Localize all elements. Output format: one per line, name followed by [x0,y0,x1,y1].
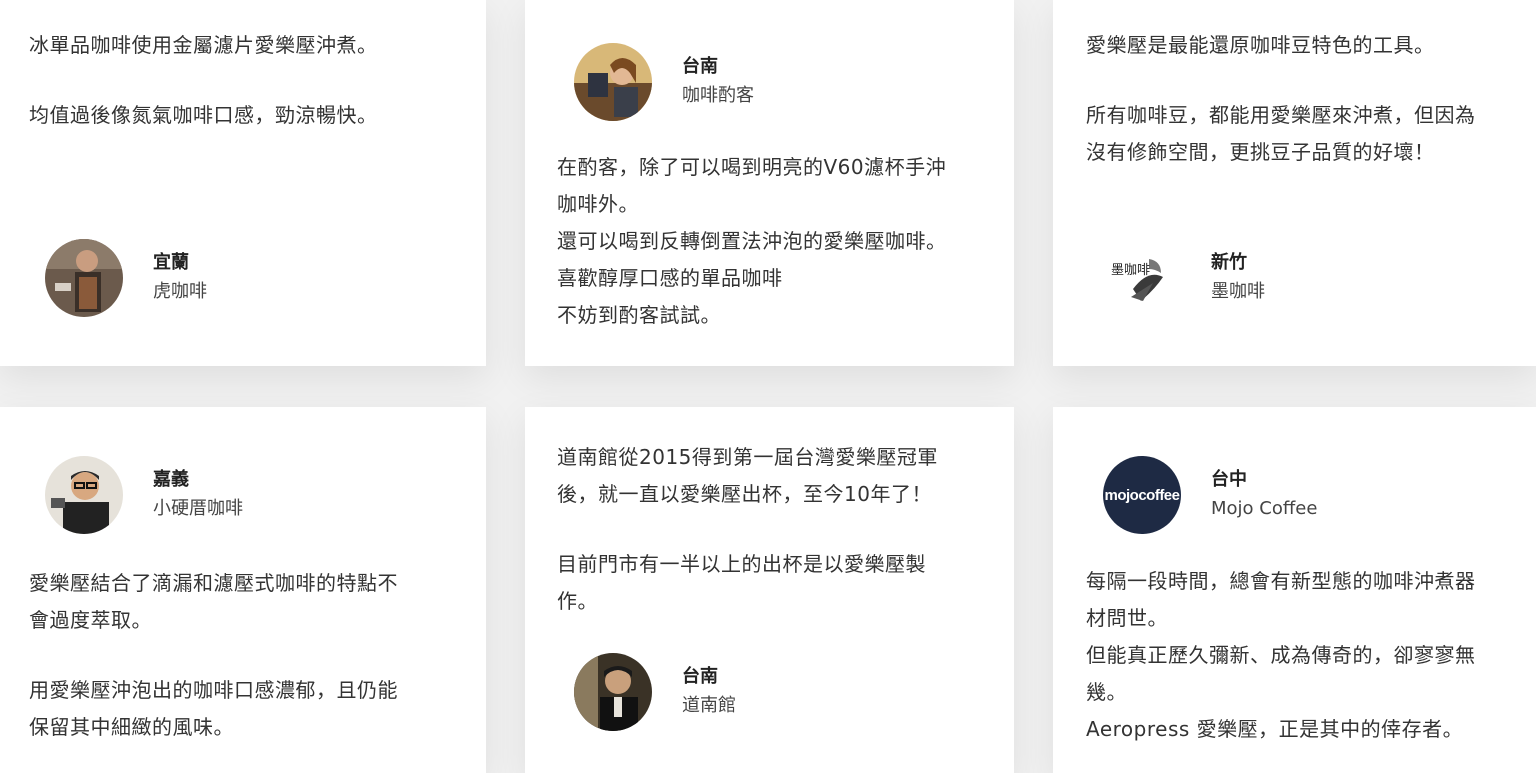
ink-coffee-logo-text: 墨咖啡 [1111,263,1151,278]
author-block: 宜蘭 虎咖啡 [45,239,207,317]
testimonial-paragraph: 愛樂壓是最能還原咖啡豆特色的工具。 [1086,33,1435,57]
testimonial-card-yilan: 冰單品咖啡使用金屬濾片愛樂壓沖煮。 均值過後像氮氣咖啡口感，勁涼暢快。 宜蘭 虎… [0,0,486,366]
testimonial-line: 每隔一段時間，總會有新型態的咖啡沖煮器 [1086,569,1476,593]
author-block: 台南 咖啡酌客 [574,43,754,121]
testimonial-grid: 冰單品咖啡使用金屬濾片愛樂壓沖煮。 均值過後像氮氣咖啡口感，勁涼暢快。 宜蘭 虎… [0,0,1536,773]
author-block: 墨咖啡 新竹 墨咖啡 [1103,239,1265,317]
testimonial-line: 材問世。 [1086,606,1168,630]
testimonial-line: 道南館從2015得到第一屆台灣愛樂壓冠軍 [557,445,938,469]
testimonial-line: 保留其中細緻的風味。 [29,715,234,739]
testimonial-text: 道南館從2015得到第一屆台灣愛樂壓冠軍 後，就一直以愛樂壓出杯，至今10年了！… [557,439,997,620]
testimonial-line: 沒有修飾空間，更挑豆子品質的好壞！ [1086,140,1435,164]
author-block: mojocoffee 台中 Mojo Coffee [1103,456,1317,534]
testimonial-card-tainan-zhuoke: 台南 咖啡酌客 在酌客，除了可以喝到明亮的V60濾杯手沖 咖啡外。 還可以喝到反… [525,0,1014,366]
author-shop: 墨咖啡 [1211,281,1265,302]
testimonial-text: 冰單品咖啡使用金屬濾片愛樂壓沖煮。 均值過後像氮氣咖啡口感，勁涼暢快。 [29,27,449,134]
author-shop: 咖啡酌客 [682,85,754,106]
testimonial-text: 愛樂壓結合了滴漏和濾壓式咖啡的特點不 會過度萃取。 用愛樂壓沖泡出的咖啡口感濃郁… [29,565,459,746]
author-block: 台南 道南館 [574,653,736,731]
testimonial-line: 但能真正歷久彌新、成為傳奇的，卻寥寥無 [1086,643,1476,667]
author-city: 台中 [1211,469,1247,490]
testimonial-line: 在酌客，除了可以喝到明亮的V60濾杯手沖 [557,155,947,179]
testimonial-line: 用愛樂壓沖泡出的咖啡口感濃郁，且仍能 [29,678,398,702]
testimonial-line: 目前門市有一半以上的出杯是以愛樂壓製 [557,552,926,576]
testimonial-line: Aeropress 愛樂壓，正是其中的倖存者。 [1086,717,1464,741]
testimonial-text: 愛樂壓是最能還原咖啡豆特色的工具。 所有咖啡豆，都能用愛樂壓來沖煮，但因為 沒有… [1086,27,1516,171]
testimonial-line: 所有咖啡豆，都能用愛樂壓來沖煮，但因為 [1086,103,1476,127]
testimonial-paragraph: 均值過後像氮氣咖啡口感，勁涼暢快。 [29,103,378,127]
author-city: 新竹 [1211,252,1247,273]
mojo-coffee-logo-text: mojocoffee [1104,486,1180,504]
testimonial-line: 會過度萃取。 [29,608,152,632]
testimonial-text: 在酌客，除了可以喝到明亮的V60濾杯手沖 咖啡外。 還可以喝到反轉倒置法沖泡的愛… [557,149,997,334]
author-city: 嘉義 [153,469,189,490]
mojo-coffee-logo-icon: mojocoffee [1103,456,1181,534]
testimonial-line: 愛樂壓結合了滴漏和濾壓式咖啡的特點不 [29,571,398,595]
author-avatar [45,239,123,317]
testimonial-card-chiayi: 嘉義 小硬厝咖啡 愛樂壓結合了滴漏和濾壓式咖啡的特點不 會過度萃取。 用愛樂壓沖… [0,407,486,773]
author-block: 嘉義 小硬厝咖啡 [45,456,243,534]
testimonial-card-taichung: mojocoffee 台中 Mojo Coffee 每隔一段時間，總會有新型態的… [1053,407,1536,773]
testimonial-line: 幾。 [1086,680,1127,704]
ink-coffee-logo-icon: 墨咖啡 [1103,239,1181,317]
author-avatar [574,43,652,121]
author-shop: 虎咖啡 [153,281,207,302]
author-shop: 小硬厝咖啡 [153,498,243,519]
author-city: 宜蘭 [153,252,189,273]
testimonial-line: 喜歡醇厚口感的單品咖啡 [557,266,783,290]
author-avatar [45,456,123,534]
testimonial-line: 作。 [557,589,598,613]
testimonial-text: 每隔一段時間，總會有新型態的咖啡沖煮器 材問世。 但能真正歷久彌新、成為傳奇的，… [1086,563,1526,748]
testimonial-line: 不妨到酌客試試。 [557,303,721,327]
testimonial-line: 還可以喝到反轉倒置法沖泡的愛樂壓咖啡。 [557,229,947,253]
author-shop: Mojo Coffee [1211,498,1318,519]
testimonial-paragraph: 冰單品咖啡使用金屬濾片愛樂壓沖煮。 [29,33,378,57]
author-shop: 道南館 [682,695,736,716]
author-city: 台南 [682,666,718,687]
testimonial-line: 後，就一直以愛樂壓出杯，至今10年了！ [557,482,932,506]
testimonial-line: 咖啡外。 [557,192,639,216]
testimonial-card-hsinchu: 愛樂壓是最能還原咖啡豆特色的工具。 所有咖啡豆，都能用愛樂壓來沖煮，但因為 沒有… [1053,0,1536,366]
author-city: 台南 [682,56,718,77]
testimonial-card-tainan-daonan: 道南館從2015得到第一屆台灣愛樂壓冠軍 後，就一直以愛樂壓出杯，至今10年了！… [525,407,1014,773]
author-avatar [574,653,652,731]
